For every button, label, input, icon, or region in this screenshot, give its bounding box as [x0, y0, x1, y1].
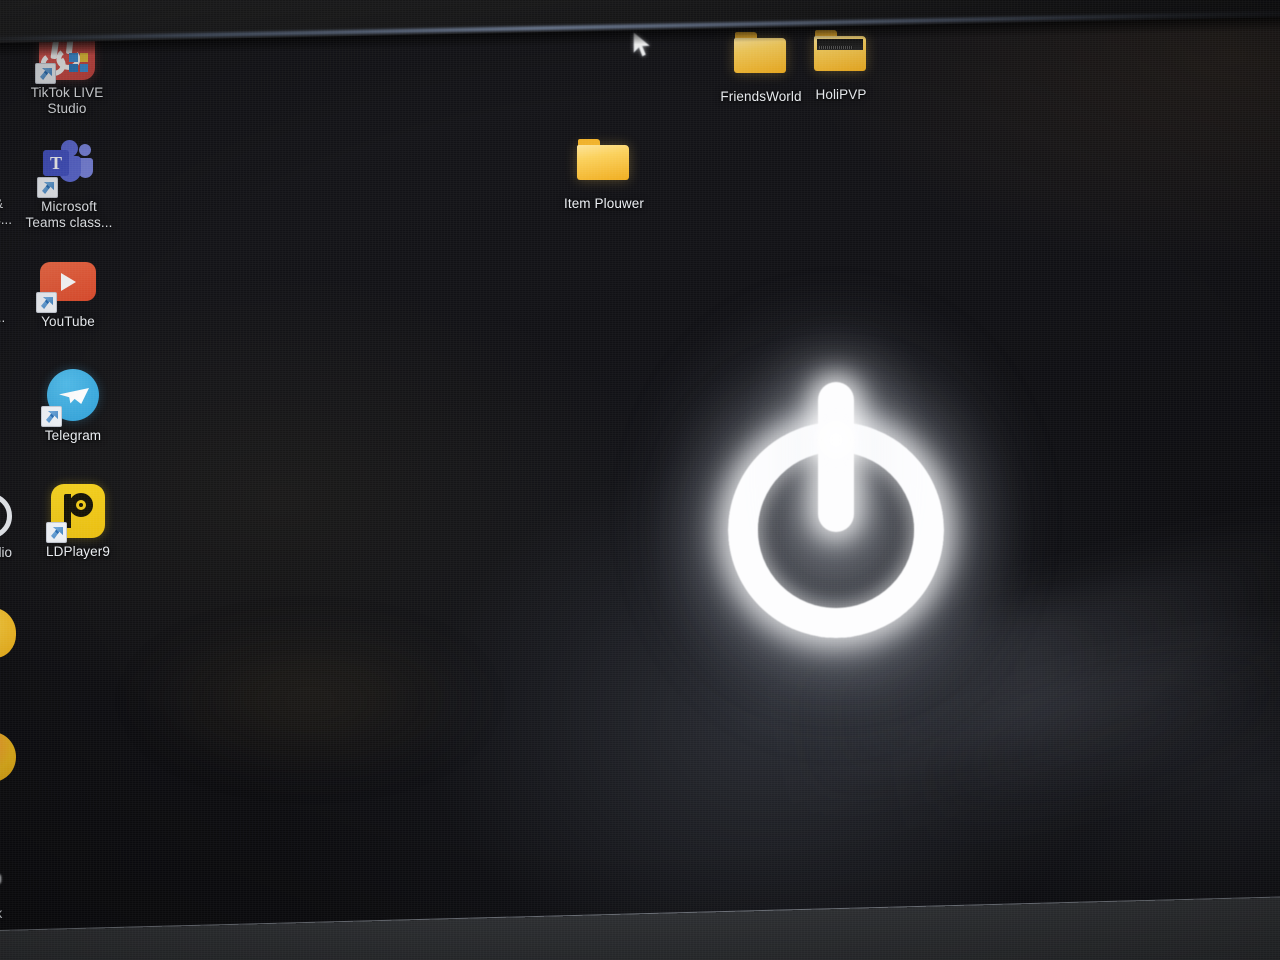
desktop-icon-label: & s... [0, 196, 13, 227]
desktop-icon-youtube[interactable]: YouTube [9, 253, 127, 330]
shortcut-arrow-icon [36, 292, 57, 313]
microsoft-teams-icon: T [37, 138, 97, 198]
desktop-icon-label: Microsoft Teams class... [25, 199, 113, 230]
desktop-icon-label: Telegram [44, 428, 102, 443]
shortcut-arrow-icon [37, 177, 58, 198]
desktop-icon-label: TikTok LIVE Studio [30, 85, 104, 116]
desktop-icon-clipped-ok[interactable]: ok [0, 874, 2, 922]
desktop-folder-label: HoliPVP [815, 87, 867, 102]
desktop-icon-clipped-studio[interactable]: dio [0, 493, 12, 561]
folder-icon [576, 135, 632, 191]
telegram-icon [41, 367, 101, 427]
power-symbol-notch [808, 410, 864, 470]
ldplayer-icon [46, 483, 106, 543]
desktop-icon-microsoft-teams-classic[interactable]: T Microsoft Teams class... [10, 138, 128, 231]
shortcut-arrow-icon [35, 63, 56, 84]
desktop-icon-label: LDPlayer9 [46, 544, 110, 559]
youtube-icon [36, 253, 96, 313]
shortcut-arrow-icon [41, 406, 62, 427]
screen-warm-glow [130, 620, 490, 780]
desktop-icon-label: ok [0, 906, 2, 922]
monitor-photo: TikTok LIVE Studio T Microsoft Teams cla… [0, 0, 1280, 960]
desktop-icon-label: ... [0, 310, 6, 325]
desktop-icon-clipped-amp[interactable]: & s... [0, 196, 12, 228]
desktop-icon-clipped-ellipsis[interactable]: ... [0, 310, 5, 326]
power-symbol-icon [572, 222, 1100, 810]
clipped-small-icon [0, 874, 2, 906]
desktop-icon-ldplayer9[interactable]: LDPlayer9 [19, 483, 137, 560]
shortcut-arrow-icon [46, 522, 67, 543]
desktop-icon-label: dio [0, 545, 13, 560]
desktop-folder-label: Item Plouwer [564, 196, 644, 211]
desktop-icon-telegram[interactable]: Telegram [14, 367, 132, 444]
clipped-circle-icon [0, 493, 12, 545]
desktop-folder-item-plouwer[interactable]: Item Plouwer [545, 135, 663, 212]
desktop-icon-label: YouTube [41, 314, 95, 329]
